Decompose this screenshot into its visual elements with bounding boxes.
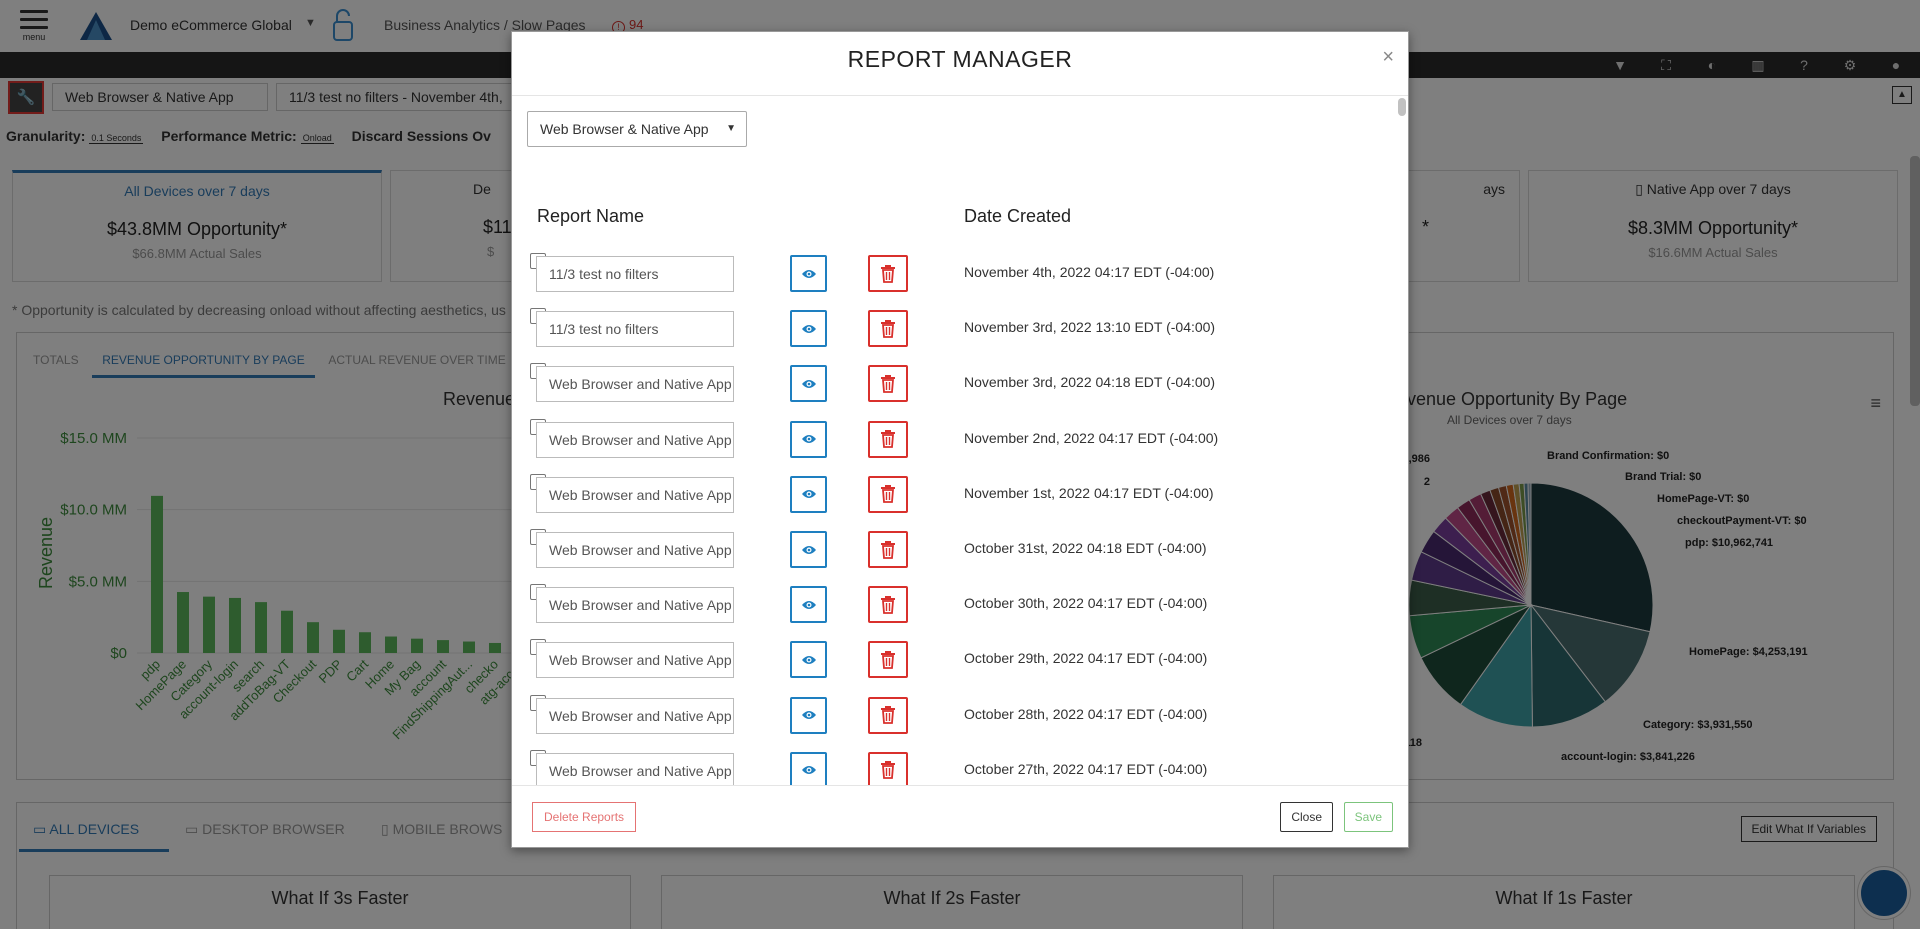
delete-report-button[interactable] [868, 696, 908, 734]
delete-report-button[interactable] [868, 475, 908, 513]
report-date: October 31st, 2022 04:18 EDT (-04:00) [964, 540, 1207, 556]
modal-title: REPORT MANAGER [847, 46, 1073, 72]
col-date-created: Date Created [964, 206, 1072, 226]
view-report-button[interactable] [790, 365, 827, 403]
modal-header: REPORT MANAGER × [512, 32, 1408, 96]
report-name-input[interactable]: Web Browser and Native App [536, 476, 734, 513]
report-row: Web Browser and Native App October 30th, … [512, 584, 1392, 641]
modal-footer: Delete Reports Close Save [512, 785, 1408, 847]
modal-platform-value: Web Browser & Native App [540, 121, 709, 137]
report-name-input[interactable]: Web Browser and Native App [536, 532, 734, 568]
report-name-input[interactable]: 11/3 test no filters [536, 256, 734, 292]
report-date: October 30th, 2022 04:17 EDT (-04:00) [964, 595, 1208, 612]
report-date: October 28th, 2022 04:17 EDT (-04:00) [964, 705, 1208, 722]
report-date: November 3rd, 2022 04:18 EDT (-04:00) [964, 374, 1216, 391]
report-row: 11/3 test no filters November 3rd, 2022 1… [512, 308, 1392, 365]
view-report-button[interactable] [790, 255, 827, 292]
report-name-input[interactable]: Web Browser and Native App [536, 366, 734, 403]
report-date: November 4th, 2022 04:17 EDT (-04:00) [964, 264, 1215, 280]
modal-scrollbar[interactable] [1398, 98, 1406, 116]
modal-body: Web Browser & Native App ▼ Report Name D… [512, 96, 1408, 818]
delete-report-button[interactable] [868, 365, 908, 403]
report-date: November 2nd, 2022 04:17 EDT (-04:00) [964, 429, 1219, 446]
report-date: October 27th, 2022 04:17 EDT (-04:00) [964, 760, 1208, 777]
report-row: Web Browser and Native App October 28th, … [512, 694, 1392, 752]
view-report-button[interactable] [790, 531, 827, 568]
report-row: Web Browser and Native App November 3rd, … [512, 363, 1392, 420]
report-date: November 1st, 2022 04:17 EDT (-04:00) [964, 484, 1214, 501]
view-report-button[interactable] [790, 310, 827, 348]
report-name-input[interactable]: Web Browser and Native App [536, 697, 734, 734]
delete-report-button[interactable] [868, 255, 908, 292]
view-report-button[interactable] [790, 696, 827, 734]
report-name-input[interactable]: Web Browser and Native App [536, 587, 734, 624]
col-report-name: Report Name [537, 206, 645, 226]
report-row: Web Browser and Native App November 1st, … [512, 473, 1392, 531]
delete-report-button[interactable] [868, 531, 908, 568]
report-row: 11/3 test no filters November 4th, 2022 0… [512, 253, 1392, 310]
report-row: Web Browser and Native App November 2nd, … [512, 418, 1392, 476]
view-report-button[interactable] [790, 420, 827, 458]
close-icon[interactable]: × [1382, 46, 1394, 69]
report-manager-modal: REPORT MANAGER × Web Browser & Native Ap… [511, 31, 1409, 848]
report-name-input[interactable]: Web Browser and Native App [536, 421, 734, 458]
report-date: November 3rd, 2022 13:10 EDT (-04:00) [964, 319, 1216, 336]
delete-report-button[interactable] [868, 310, 908, 348]
report-row: Web Browser and Native App October 31st, … [512, 529, 1392, 586]
view-report-button[interactable] [790, 586, 827, 624]
save-button[interactable]: Save [1343, 802, 1393, 832]
delete-report-button[interactable] [868, 751, 908, 789]
delete-reports-button[interactable]: Delete Reports [532, 802, 637, 832]
chevron-down-icon: ▼ [726, 123, 736, 134]
close-button[interactable]: Close [1280, 802, 1333, 832]
modal-platform-select[interactable]: Web Browser & Native App ▼ [527, 111, 747, 147]
delete-report-button[interactable] [868, 420, 908, 458]
view-report-button[interactable] [790, 475, 827, 513]
view-report-button[interactable] [790, 641, 827, 679]
delete-report-button[interactable] [868, 641, 908, 679]
view-report-button[interactable] [790, 751, 827, 789]
report-name-input[interactable]: 11/3 test no filters [536, 311, 734, 348]
report-name-input[interactable]: Web Browser and Native App [536, 752, 734, 789]
report-name-input[interactable]: Web Browser and Native App [536, 642, 734, 679]
report-date: October 29th, 2022 04:17 EDT (-04:00) [964, 650, 1208, 667]
report-row: Web Browser and Native App October 29th, … [512, 639, 1392, 696]
delete-report-button[interactable] [868, 586, 908, 624]
